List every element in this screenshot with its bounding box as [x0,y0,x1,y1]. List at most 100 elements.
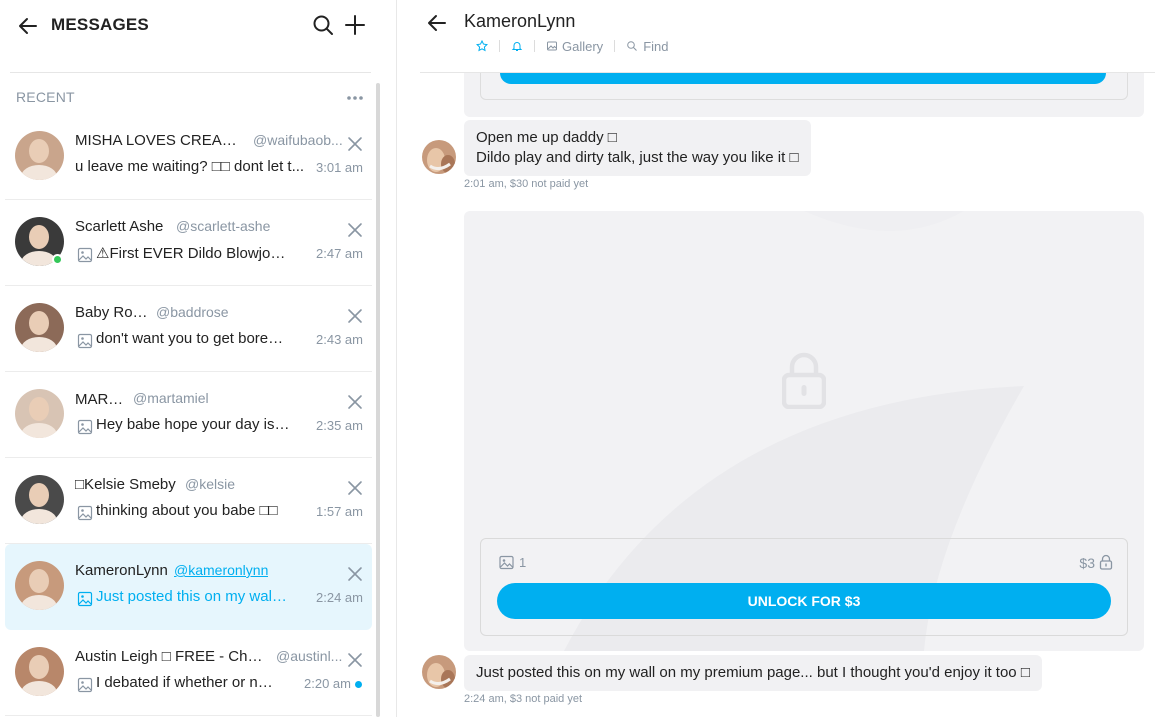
chat-name: Baby Rose □ [75,304,150,321]
previous-unlock-button[interactable] [500,73,1106,84]
chat-handle: @baddrose [156,304,229,320]
media-count: 1 [519,555,527,570]
avatar[interactable] [15,389,64,438]
chat-name: KameronLynn [75,562,168,579]
chat-list-item[interactable]: Baby Rose □ @baddrose don't want you to ge… [5,286,372,372]
chat-list: MISHA LOVES CREAMP... @waifubaob... u leav… [5,114,372,716]
image-icon [77,247,93,263]
chat-name: □Kelsie Smeby [75,476,176,493]
toolbar-divider [614,40,616,52]
avatar[interactable] [15,475,64,524]
chat-list-item[interactable]: □Kelsie Smeby @kelsie thinking about you b… [5,458,372,544]
image-icon [499,555,514,570]
back-arrow-icon[interactable] [425,11,449,35]
image-icon [77,505,93,521]
image-icon [77,419,93,435]
sidebar-header: MESSAGES [0,0,397,50]
chat-preview: don't want you to get bored to... [96,330,290,347]
avatar[interactable] [15,131,64,180]
chat-handle: @kelsie [185,476,236,492]
header-divider [10,72,371,73]
recent-label: RECENT [16,89,75,105]
close-icon[interactable] [346,393,364,411]
message-bubble: Just posted this on my wall on my premiu… [464,655,1042,691]
close-icon[interactable] [346,135,364,153]
conversation-panel: KameronLynn Gallery Find Open me up dadd… [398,0,1155,717]
close-icon[interactable] [346,651,364,669]
toolbar-divider [499,40,500,52]
image-icon [77,677,93,693]
chat-preview: thinking about you babe □□ [96,502,278,519]
chat-preview: I debated if whether or not I ... [96,674,280,691]
avatar[interactable] [15,647,64,696]
chat-handle: @scarlett-ashe [176,218,271,234]
avatar[interactable] [422,655,456,689]
notifications-button[interactable] [511,40,523,52]
unlock-button[interactable]: UNLOCK FOR $3 [497,583,1111,619]
chat-time: 2:47 am [316,246,363,261]
scrollbar[interactable] [376,83,380,717]
chat-list-item[interactable]: Scarlett Ashe @scarlett-ashe ⚠First EVER D… [5,200,372,286]
gallery-label: Gallery [562,38,604,54]
chat-handle: @waifubaob... [253,132,343,148]
avatar[interactable] [15,303,64,352]
gallery-button[interactable]: Gallery [546,39,603,54]
chat-time: 2:20 am [304,676,351,691]
message-meta: 2:01 am, $30 not paid yet [464,178,589,190]
previous-media-card [464,73,1144,117]
chat-list-item[interactable]: MARTA ♡ @martamiel Hey babe hope your day … [5,372,372,458]
message-bubble: Open me up daddy □ Dildo play and dirty … [464,120,811,176]
lock-icon [782,352,826,409]
chat-name: MARTA ♡ [75,391,127,408]
chat-handle: @martamiel [133,390,209,406]
find-label: Find [643,38,669,54]
chat-time: 2:35 am [316,418,363,433]
avatar[interactable] [422,140,456,174]
chat-handle[interactable]: @kameronlynn [174,562,268,578]
chat-time: 1:57 am [316,504,363,519]
chat-list-item[interactable]: Austin Leigh □ FREE - Chee... @austinl...… [5,630,372,716]
chat-preview: Just posted this on my wall on... [96,588,290,605]
messages-sidebar: MESSAGES RECENT MISHA LOVES CREAMP... @wa… [0,0,397,717]
unlock-box: 1 $3 UNLOCK FOR $3 [480,538,1128,636]
more-options-icon[interactable] [345,88,365,108]
close-icon[interactable] [346,221,364,239]
chat-preview: u leave me waiting? □□ dont let t... [75,158,305,175]
close-icon[interactable] [346,307,364,325]
bell-icon [511,42,523,51]
message-text: Dildo play and dirty talk, just the way … [476,149,799,166]
chat-name: Scarlett Ashe [75,218,164,235]
chat-preview: Hey babe hope your day is goi... [96,416,290,433]
conversation-toolbar: Gallery Find [476,38,668,54]
chat-list-item[interactable]: KameronLynn @kameronlynn Just posted this … [5,544,372,630]
close-icon[interactable] [346,565,364,583]
online-status-dot [52,254,63,265]
message-text: Open me up daddy □ [476,129,617,146]
chat-time: 2:24 am [316,590,363,605]
toolbar-divider [534,40,535,52]
image-icon [547,41,557,51]
back-arrow-icon[interactable] [16,14,40,38]
image-icon [77,333,93,349]
chat-time: 2:43 am [316,332,363,347]
price-label: $3 [1079,555,1095,571]
avatar[interactable] [15,561,64,610]
search-icon[interactable] [311,13,335,37]
find-button[interactable]: Find [626,39,668,54]
chat-name: Austin Leigh □ FREE - Chee... [75,648,270,665]
chat-list-item[interactable]: MISHA LOVES CREAMP... @waifubaob... u leav… [5,114,372,200]
chat-time: 3:01 am [316,160,363,175]
star-icon [476,40,488,52]
page-title: MESSAGES [51,15,149,34]
message-meta: 2:24 am, $3 not paid yet [464,693,583,705]
chat-name: MISHA LOVES CREAMP... [75,132,247,149]
close-icon[interactable] [346,479,364,497]
plus-icon[interactable] [343,13,367,37]
chat-handle: @austinl... [276,648,343,664]
search-icon [627,41,638,51]
unread-dot [355,681,362,688]
favorite-button[interactable] [476,40,488,52]
conversation-title[interactable]: KameronLynn [464,11,575,32]
message-text: Just posted this on my wall on my premiu… [476,664,1030,681]
locked-media-card: 1 $3 UNLOCK FOR $3 [464,211,1144,651]
